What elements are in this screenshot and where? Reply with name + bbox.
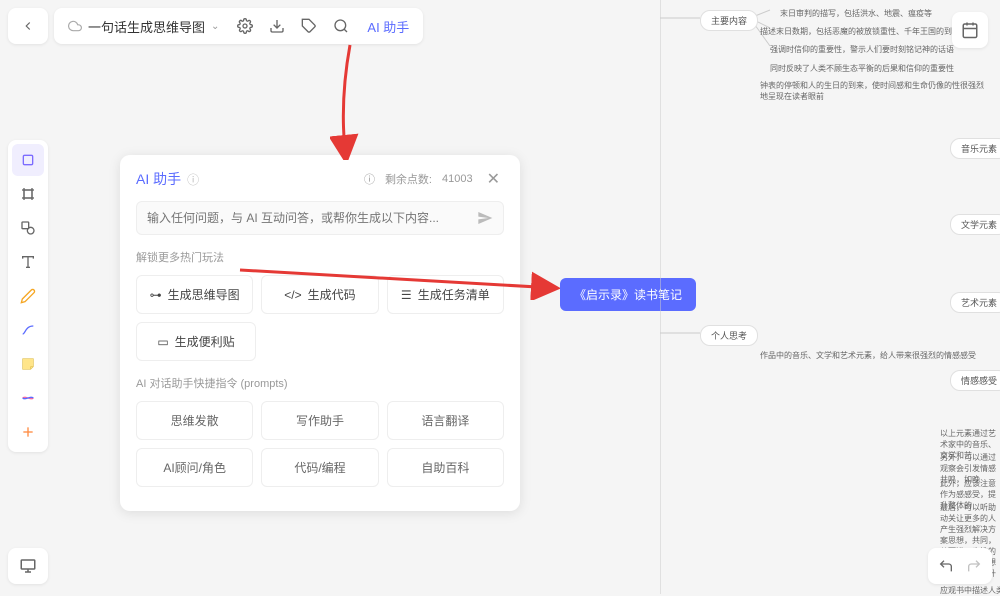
pen-tool[interactable] bbox=[12, 280, 44, 312]
mindmap-leaf[interactable]: 同时反映了人类不顾生态平衡的后果和信仰的重要性 bbox=[770, 63, 954, 74]
mindmap-node-literature[interactable]: 文学元素 bbox=[950, 214, 1000, 235]
mindmap-node-emotion[interactable]: 情感感受 bbox=[950, 370, 1000, 391]
sticky-note-tool[interactable] bbox=[12, 348, 44, 380]
left-toolbar bbox=[8, 140, 48, 452]
document-title: 一句话生成思维导图 bbox=[88, 17, 205, 36]
generate-sticky-button[interactable]: ▭ 生成便利贴 bbox=[136, 322, 256, 361]
text-tool[interactable] bbox=[12, 246, 44, 278]
prompt-coding[interactable]: 代码/编程 bbox=[261, 448, 378, 487]
prompt-translate[interactable]: 语言翻译 bbox=[387, 401, 504, 440]
mindmap-leaf[interactable]: 钟表的停顿和人的生日的到来，使时间感和生命仍像的性很强烈地呈现在读者眼前 bbox=[760, 80, 990, 102]
remaining-points-value: 41003 bbox=[442, 173, 473, 185]
mindmap-leaf[interactable]: 末日审判的描写，包括洪水、地震、瘟疫等 bbox=[780, 8, 932, 19]
prompt-writing[interactable]: 写作助手 bbox=[261, 401, 378, 440]
close-panel-button[interactable]: ✕ bbox=[483, 169, 504, 189]
mindmap-leaf[interactable]: 应观书中描述人类自 bbox=[940, 585, 1000, 596]
connector-tool[interactable] bbox=[12, 314, 44, 346]
export-button[interactable] bbox=[261, 10, 293, 42]
mindmap-node-main-content[interactable]: 主要内容 bbox=[700, 10, 758, 31]
mindmap-node-music[interactable]: 音乐元素 bbox=[950, 138, 1000, 159]
sticky-icon: ▭ bbox=[157, 335, 168, 349]
prompt-consultant[interactable]: AI顾问/角色 bbox=[136, 448, 253, 487]
help-icon[interactable]: ⓘ bbox=[187, 171, 199, 188]
annotation-arrow-down bbox=[330, 40, 370, 160]
mindmap-node-art[interactable]: 艺术元素 bbox=[950, 292, 1000, 313]
remaining-points-label: 剩余点数: bbox=[385, 171, 432, 187]
ai-assistant-button[interactable]: AI 助手 bbox=[357, 17, 419, 36]
undo-redo-group bbox=[928, 548, 992, 584]
ai-panel-title: AI 助手 ⓘ bbox=[136, 169, 199, 189]
shape-tool[interactable] bbox=[12, 212, 44, 244]
presentation-button[interactable] bbox=[8, 548, 48, 584]
prompts-label: AI 对话助手快捷指令 (prompts) bbox=[136, 375, 504, 391]
prompt-encyclopedia[interactable]: 自助百科 bbox=[387, 448, 504, 487]
select-tool[interactable] bbox=[12, 144, 44, 176]
redo-button[interactable] bbox=[960, 552, 988, 580]
ai-assistant-panel: AI 助手 ⓘ ⓘ 剩余点数: 41003 ✕ 解锁更多热门玩法 ⊶ 生成思维导… bbox=[120, 155, 520, 511]
mindmap-icon: ⊶ bbox=[150, 288, 162, 302]
mindmap-canvas[interactable]: 主要内容 末日审判的描写，包括洪水、地震、瘟疫等 描述末日数期，包括恶魔的被放锁… bbox=[660, 0, 1000, 594]
ai-panel-title-text: AI 助手 bbox=[136, 169, 181, 189]
mindmap-leaf[interactable]: 作品中的音乐、文学和艺术元素，给人带来很强烈的情感感受 bbox=[760, 350, 976, 361]
send-button[interactable] bbox=[477, 210, 493, 226]
ai-prompt-input[interactable] bbox=[147, 211, 477, 225]
mindmap-node-personal-think[interactable]: 个人思考 bbox=[700, 325, 758, 346]
more-tools[interactable] bbox=[12, 416, 44, 448]
info-icon: ⓘ bbox=[364, 171, 375, 187]
mindmap-leaf[interactable]: 描述末日数期，包括恶魔的被放锁重性、千年王国的到来等 bbox=[760, 26, 968, 37]
undo-button[interactable] bbox=[932, 552, 960, 580]
back-button[interactable] bbox=[12, 10, 44, 42]
tag-button[interactable] bbox=[293, 10, 325, 42]
ai-input-wrap[interactable] bbox=[136, 201, 504, 235]
annotation-arrow-right bbox=[235, 260, 565, 300]
mindmap-leaf[interactable]: 强调时信仰的重要性，警示人们要时刻铭记神的话语 bbox=[770, 44, 954, 55]
cloud-icon bbox=[68, 19, 82, 33]
chevron-down-icon: ⌄ bbox=[211, 21, 219, 32]
frame-tool[interactable] bbox=[12, 178, 44, 210]
settings-button[interactable] bbox=[229, 10, 261, 42]
search-button[interactable] bbox=[325, 10, 357, 42]
mindmap-tool[interactable] bbox=[12, 382, 44, 414]
calendar-button[interactable] bbox=[952, 12, 988, 48]
document-title-dropdown[interactable]: 一句话生成思维导图 ⌄ bbox=[58, 17, 229, 36]
prompt-divergent[interactable]: 思维发散 bbox=[136, 401, 253, 440]
